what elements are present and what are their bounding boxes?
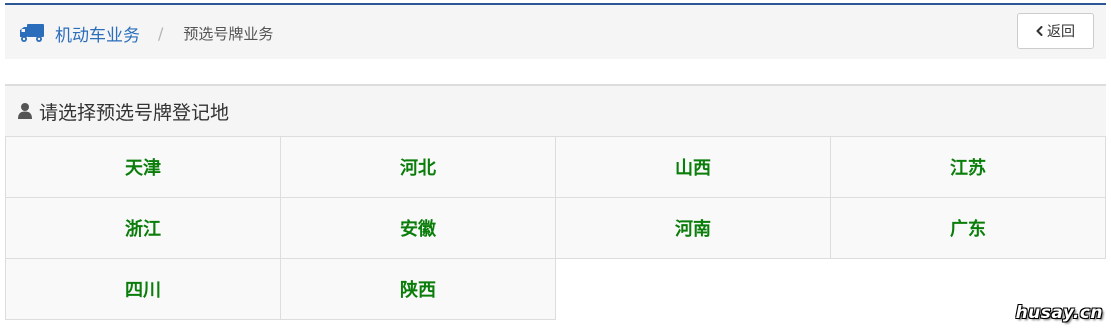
region-option[interactable]: 陕西 <box>280 258 556 320</box>
region-option[interactable]: 天津 <box>5 136 281 198</box>
watermark: husay.cn <box>1015 303 1103 323</box>
panel-heading: 请选择预选号牌登记地 <box>5 86 1106 136</box>
user-icon <box>18 103 32 119</box>
region-option[interactable]: 江苏 <box>830 136 1106 198</box>
region-option[interactable]: 河南 <box>555 197 831 259</box>
region-option[interactable]: 安徽 <box>280 197 556 259</box>
panel-title: 请选择预选号牌登记地 <box>39 101 230 124</box>
breadcrumb-home-link[interactable]: 机动车业务 <box>55 21 140 46</box>
region-option[interactable]: 浙江 <box>5 197 281 259</box>
back-button[interactable]: 返回 <box>1017 13 1094 49</box>
back-button-label: 返回 <box>1047 24 1075 40</box>
region-grid: 天津 河北 山西 江苏浙江 安徽 河南 广东四川 陕西 <box>5 136 1106 320</box>
region-option[interactable]: 四川 <box>5 258 281 320</box>
page: 机动车业务 / 预选号牌业务 返回 请选择预选号牌登记地 天津 河北 山西 江苏浙江安… <box>0 0 1111 329</box>
region-option[interactable]: 河北 <box>280 136 556 198</box>
region-panel: 请选择预选号牌登记地 天津 河北 山西 江苏浙江 安徽 河南 广东四川 陕西 <box>5 84 1106 320</box>
region-option[interactable]: 山西 <box>555 136 831 198</box>
breadcrumb: 机动车业务 / 预选号牌业务 返回 <box>5 3 1106 59</box>
chevron-left-icon <box>1036 26 1043 36</box>
region-option[interactable]: 广东 <box>830 197 1106 259</box>
breadcrumb-current: 预选号牌业务 <box>183 24 274 43</box>
breadcrumb-left: 机动车业务 / 预选号牌业务 <box>19 19 273 47</box>
truck-icon <box>20 24 44 42</box>
breadcrumb-separator: / <box>158 23 164 43</box>
